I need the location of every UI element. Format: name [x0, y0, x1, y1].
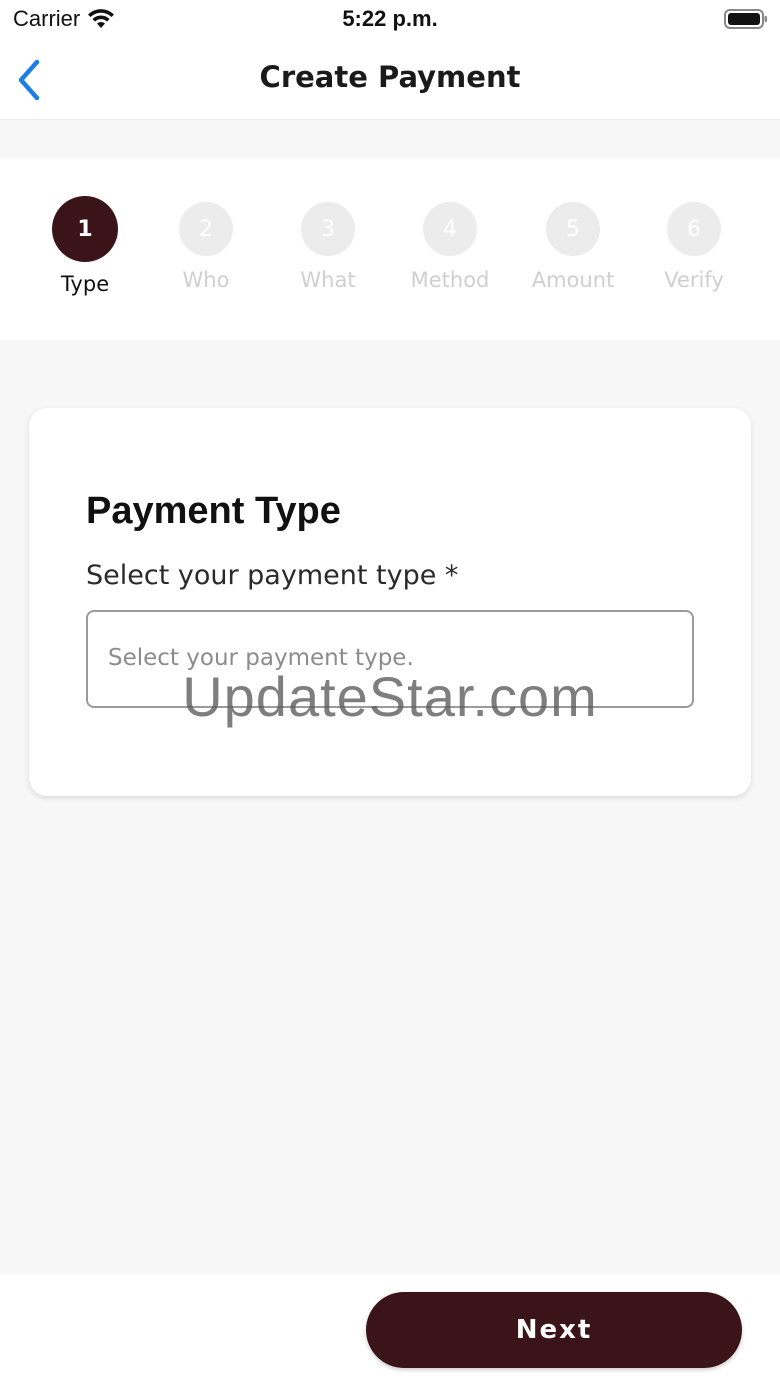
step-label: Who: [182, 268, 230, 292]
step-label: Method: [410, 268, 490, 292]
step-label: Type: [60, 272, 110, 296]
bottom-action-bar: Next: [0, 1274, 780, 1387]
status-bar: Carrier 5:22 p.m.: [0, 0, 780, 40]
battery-full-icon: [724, 9, 767, 29]
step-label: Verify: [664, 268, 724, 292]
step-label: Amount: [531, 268, 615, 292]
progress-stepper: 1 Type 2 Who 3 What 4 Method 5 Amount 6 …: [0, 158, 780, 340]
step-label: What: [300, 268, 356, 292]
watermark: UpdateStar.com: [182, 665, 598, 728]
status-time: 5:22 p.m.: [342, 6, 438, 31]
step-number: 3: [301, 202, 355, 256]
payment-type-card: Payment Type Select your payment type * …: [29, 408, 751, 796]
step-number: 2: [179, 202, 233, 256]
next-button[interactable]: Next: [366, 1292, 742, 1368]
step-number: 1: [52, 196, 118, 262]
navigation-bar: Create Payment: [0, 40, 780, 120]
page-title: Create Payment: [259, 60, 521, 94]
card-title: Payment Type: [86, 490, 341, 532]
payment-type-label: Select your payment type *: [86, 560, 459, 591]
step-number: 6: [667, 202, 721, 256]
step-number: 4: [423, 202, 477, 256]
step-number: 5: [546, 202, 600, 256]
